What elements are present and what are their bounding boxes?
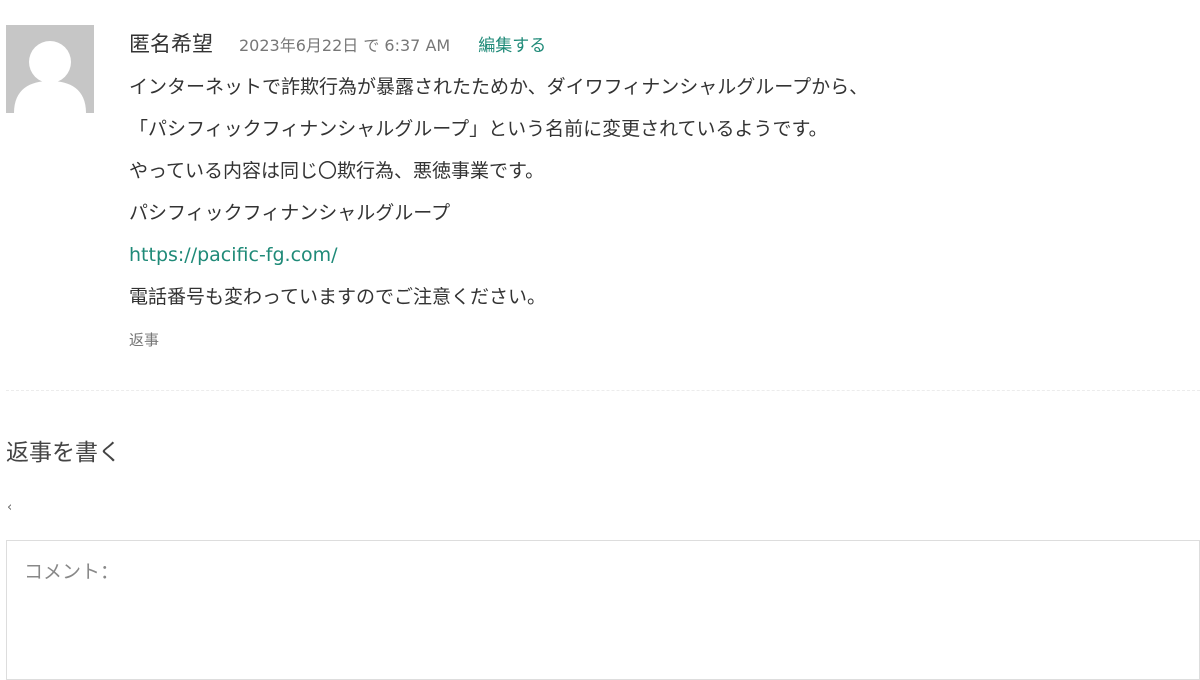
comment-date[interactable]: 2023年6月22日 で 6:37 AM [239,32,450,56]
comment-url-line: https://pacific-fg.com/ [129,234,1189,276]
comment-item: 匿名希望 2023年6月22日 で 6:37 AM 編集する インターネットで詐… [0,0,1200,392]
reply-form-title: 返事を書く [6,440,121,466]
comment-author: 匿名希望 [129,32,213,56]
comment-text-line: やっている内容は同じ〇欺行為、悪徳事業です。 [129,160,545,182]
pacific-fg-url-link[interactable]: https://pacific-fg.com/ [129,244,338,266]
edit-comment-link[interactable]: 編集する [478,31,546,56]
user-avatar-icon [6,25,94,113]
small-mark: ‹ [7,500,13,515]
comment-text-line: インターネットで詐欺行為が暴露されたためか、ダイワフィナンシャルグループから、 [129,76,869,98]
reply-link[interactable]: 返事 [129,329,159,350]
comment-text-line: 「パシフィックフィナンシャルグループ」という名前に変更されているようです。 [129,118,828,140]
comment-placeholder: コメント： [24,561,120,583]
comment-body: 匿名希望 2023年6月22日 で 6:37 AM 編集する インターネットで詐… [129,28,1189,350]
comment-text-line: パシフィックフィナンシャルグループ [129,202,451,224]
comment-meta: 匿名希望 2023年6月22日 で 6:37 AM 編集する [129,28,1189,64]
comment-text-line: 電話番号も変わっていますのでご注意ください。 [129,286,547,308]
comment-textarea[interactable]: コメント： [6,540,1200,680]
comment-separator [6,390,1200,391]
